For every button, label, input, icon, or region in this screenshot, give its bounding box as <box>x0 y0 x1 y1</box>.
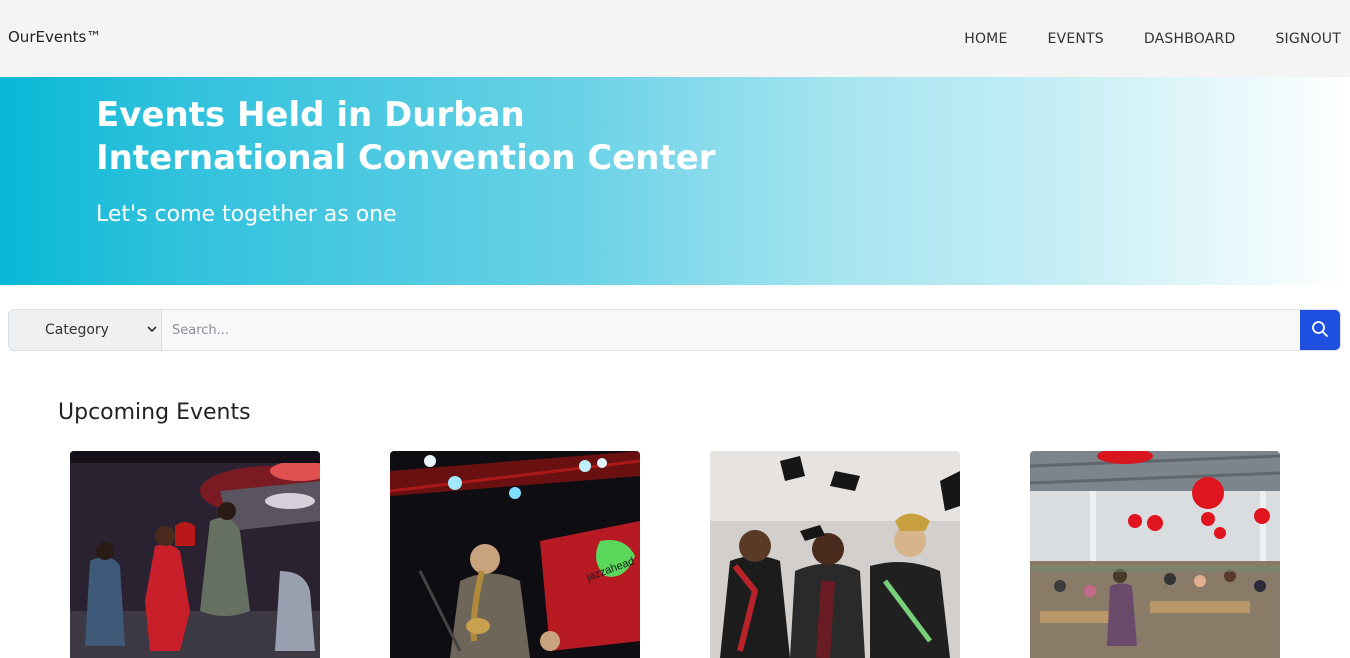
brand-logo[interactable]: OurEvents™ <box>8 28 101 46</box>
hero-title-line2: International Convention Center <box>96 138 716 178</box>
hero-title: Events Held in Durban International Conv… <box>96 94 796 180</box>
event-card-1[interactable] <box>70 451 320 658</box>
search-button[interactable] <box>1300 310 1340 350</box>
nav-home-link[interactable]: HOME <box>964 31 1007 47</box>
nav-dashboard-link[interactable]: DASHBOARD <box>1144 31 1236 47</box>
chevron-down-icon <box>147 324 157 337</box>
search-input[interactable] <box>162 310 1300 350</box>
event-card-3[interactable] <box>710 451 960 658</box>
event-card-4[interactable] <box>1030 451 1280 658</box>
search-icon <box>1311 320 1329 341</box>
top-navbar: OurEvents™ HOME EVENTS DASHBOARD SIGNOUT <box>0 0 1350 77</box>
hero-title-line1: Events Held in Durban <box>96 95 525 135</box>
graduation-ceremony-photo <box>710 451 960 658</box>
hero-banner: Events Held in Durban International Conv… <box>0 77 1350 285</box>
jazz-saxophonist-photo: jazzahead <box>390 451 640 658</box>
nav-events-link[interactable]: EVENTS <box>1048 31 1104 47</box>
category-select-label: Category <box>45 322 109 338</box>
nav-signout-link[interactable]: SIGNOUT <box>1275 31 1341 47</box>
main-nav: HOME EVENTS DASHBOARD SIGNOUT <box>964 31 1341 47</box>
concert-performers-photo <box>70 451 320 658</box>
indoor-market-hall-photo <box>1030 451 1280 658</box>
event-card-2[interactable]: jazzahead <box>390 451 640 658</box>
search-bar: Category <box>8 309 1341 351</box>
upcoming-events-title: Upcoming Events <box>58 400 251 425</box>
category-select[interactable]: Category <box>9 310 162 350</box>
hero-subtitle: Let's come together as one <box>96 202 397 227</box>
